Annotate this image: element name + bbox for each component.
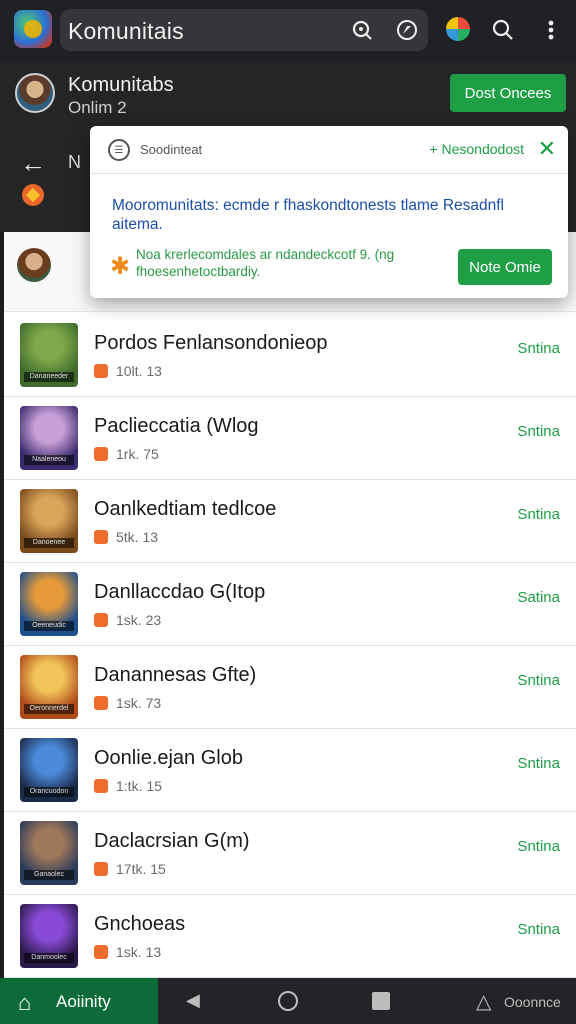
search-title: Komunitais [68, 18, 184, 44]
community-list: Dananeeder Pordos Fenlansondonieop 10lt. 1… [4, 232, 576, 978]
bottom-nav-bar: ⌂ Aoiinity ◀ △ Ooonnce [0, 978, 576, 1024]
thumbnail-caption: Danoenee [24, 538, 74, 548]
game-thumbnail[interactable]: Dananeeder [20, 323, 78, 387]
list-item-title: Danannesas Gfte) [94, 664, 257, 686]
members-badge-icon [94, 862, 108, 876]
list-item-meta: 1sk. 73 [116, 695, 162, 711]
list-item-meta: 1sk. 23 [116, 612, 162, 628]
game-thumbnail[interactable]: Oeeneudic [20, 572, 78, 636]
list-item[interactable]: Danmoolec Gnchoeas 1sk. 13 Sntina [4, 895, 576, 978]
game-thumbnail[interactable]: Ganaolec [20, 821, 78, 885]
mountain-icon[interactable]: △ [476, 989, 491, 1014]
nav-activity-label: Aoiinity [56, 992, 111, 1011]
list-item[interactable]: Naaleneou Paclieccatia (Wlog 1rk. 75 Sntina [4, 397, 576, 480]
search-icon[interactable] [347, 15, 377, 45]
list-item-status[interactable]: Sntina [517, 838, 560, 855]
popup-action-button[interactable]: Note Omie [458, 249, 552, 285]
compass-icon[interactable] [392, 15, 422, 45]
nav-back-icon[interactable]: ◀ [186, 990, 200, 1011]
top-app-bar: Komunitais [0, 0, 576, 62]
list-item-meta: 10lt. 13 [116, 363, 162, 379]
list-item-title: Gnchoeas [94, 913, 186, 935]
members-badge-icon [94, 364, 108, 378]
close-icon[interactable]: ✕ [538, 136, 556, 162]
list-item-meta: 5tk. 13 [116, 529, 159, 545]
game-thumbnail[interactable]: Naaleneou [20, 406, 78, 470]
search-bar[interactable]: Komunitais [60, 9, 428, 51]
chat-icon: ☰ [108, 139, 130, 161]
list-item-status[interactable]: Sntina [517, 340, 560, 357]
brand-logo-icon[interactable] [446, 17, 470, 41]
thumbnail-caption: Dananeeder [24, 372, 74, 382]
thumbnail-caption: Orancuodon [24, 787, 74, 797]
thumbnail-caption: Naaleneou [24, 455, 74, 465]
popup-header-label: Soodinteat [140, 142, 203, 157]
home-icon: ⌂ [18, 990, 32, 1015]
members-badge-icon [94, 945, 108, 959]
nav-right-label[interactable]: Ooonnce [504, 994, 561, 1010]
app-logo-icon[interactable] [14, 10, 52, 48]
list-item[interactable]: Dananeeder Pordos Fenlansondonieop 10lt. 1… [4, 314, 576, 397]
primary-action-button[interactable]: Dost Oncees [450, 74, 566, 112]
nav-activity-tab[interactable]: ⌂ Aoiinity [0, 978, 158, 1024]
nav-home-icon[interactable] [278, 991, 298, 1011]
list-item-status[interactable]: Sntina [517, 755, 560, 772]
list-item[interactable]: Orancuodon Oonlie.ejan Glob 1:tk. 15 Sntina [4, 729, 576, 812]
list-item-meta: 1sk. 13 [116, 944, 162, 960]
back-arrow-icon[interactable]: ← [20, 148, 46, 179]
members-badge-icon [94, 613, 108, 627]
popup-message[interactable]: Mooromunitats: ecmde r fhaskondtonests t… [112, 196, 552, 234]
game-thumbnail[interactable]: Danmoolec [20, 904, 78, 968]
flame-badge-icon [22, 184, 44, 206]
list-item[interactable]: Oeronnerdel Danannesas Gfte) 1sk. 73 Sntina [4, 646, 576, 729]
avatar[interactable] [15, 73, 55, 113]
popup-header: ☰ Soodinteat + Nesondodost ✕ [90, 126, 568, 174]
list-item-meta: 1rk. 75 [116, 446, 159, 462]
game-thumbnail[interactable]: Oeronnerdel [20, 655, 78, 719]
list-item[interactable]: Ganaolec Daclacrsian G(m) 17tk. 15 Sntina [4, 812, 576, 895]
thumbnail-caption: Oeronnerdel [24, 704, 74, 714]
list-item-status[interactable]: Sntina [517, 423, 560, 440]
thumbnail-caption: Oeeneudic [24, 621, 74, 631]
thumbnail-caption: Ganaolec [24, 870, 74, 880]
section-label: N [68, 152, 81, 172]
game-thumbnail[interactable]: Danoenee [20, 489, 78, 553]
list-item-status[interactable]: Sntina [517, 506, 560, 523]
list-item-title: Oonlie.ejan Glob [94, 747, 243, 769]
star-icon: ✱ [110, 253, 131, 280]
online-status: Onlim 2 [68, 98, 127, 117]
list-item-title: Danllaccdao G(Itop [94, 581, 266, 603]
members-badge-icon [94, 696, 108, 710]
thumbnail-caption: Danmoolec [24, 953, 74, 963]
popup-note: Noa krerlecomdales ar ndandeckcotf 9. (n… [136, 247, 395, 279]
members-badge-icon [94, 447, 108, 461]
search-icon[interactable] [488, 15, 518, 45]
avatar[interactable] [17, 248, 51, 282]
list-item[interactable]: Oeeneudic Danllaccdao G(Itop 1sk. 23 Satina [4, 563, 576, 646]
notification-popup: ☰ Soodinteat + Nesondodost ✕ Mooromunita… [90, 126, 568, 298]
list-item-meta: 17tk. 15 [116, 861, 166, 877]
more-vert-icon[interactable] [536, 15, 566, 45]
list-item-status[interactable]: Sntina [517, 921, 560, 938]
nav-recents-icon[interactable] [372, 992, 390, 1010]
list-item-meta: 1:tk. 15 [116, 778, 162, 794]
list-item[interactable]: Danoenee Oanlkedtiam tedlcoe 5tk. 13 Sntina [4, 480, 576, 563]
list-item-title: Paclieccatia (Wlog [94, 415, 259, 437]
list-item-title: Daclacrsian G(m) [94, 830, 250, 852]
list-item-status[interactable]: Satina [517, 589, 560, 606]
list-item-title: Oanlkedtiam tedlcoe [94, 498, 277, 520]
game-thumbnail[interactable]: Orancuodon [20, 738, 78, 802]
list-item-title: Pordos Fenlansondonieop [94, 332, 328, 354]
community-name: Komunitabs [68, 74, 174, 96]
members-badge-icon [94, 530, 108, 544]
popup-header-link[interactable]: + Nesondodost [429, 141, 524, 157]
list-item-status[interactable]: Sntina [517, 672, 560, 689]
members-badge-icon [94, 779, 108, 793]
